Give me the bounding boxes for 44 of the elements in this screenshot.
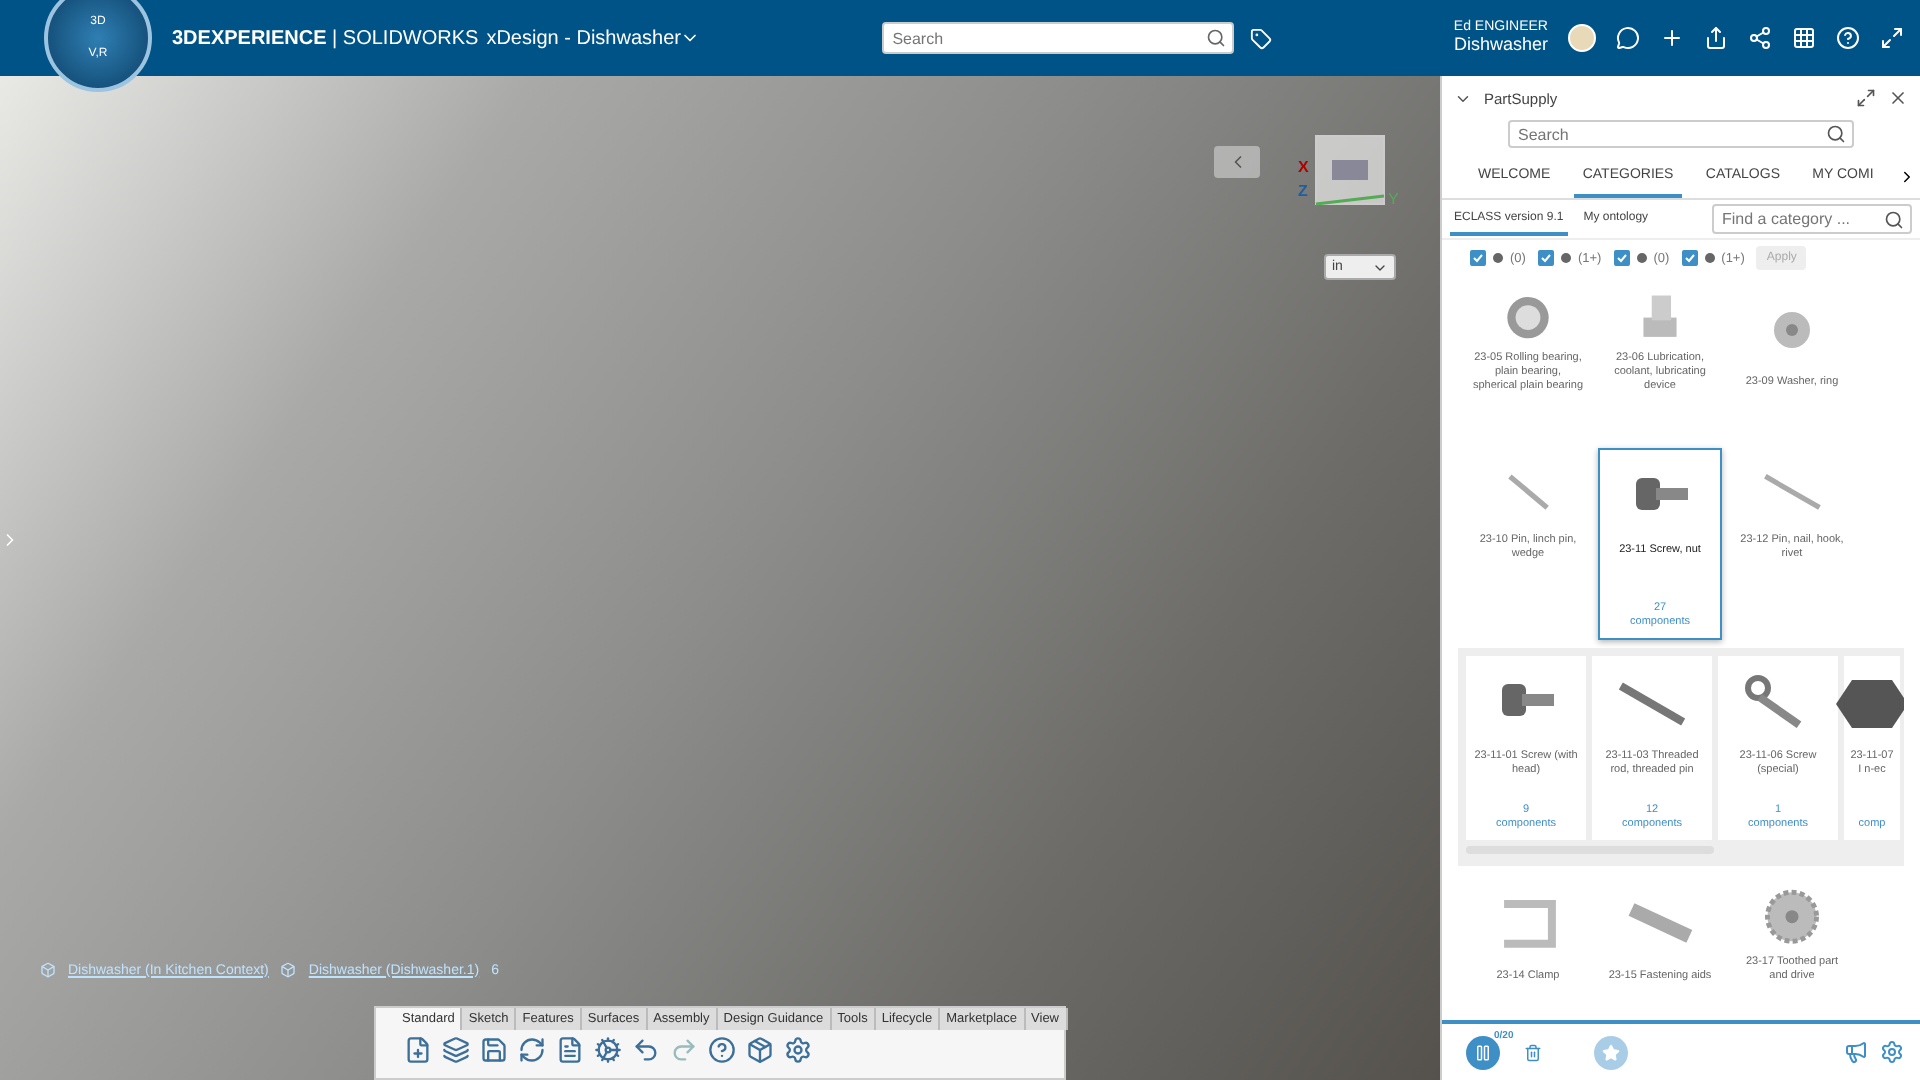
- network-icon[interactable]: [1747, 25, 1772, 50]
- refresh-icon[interactable]: [518, 1036, 546, 1064]
- search-icon[interactable]: [1206, 28, 1227, 48]
- search-icon[interactable]: [1884, 209, 1904, 229]
- filter-checkbox[interactable]: [1613, 250, 1630, 266]
- brand-name: 3DEXPERIENCE | SOLIDWORKS: [172, 27, 479, 49]
- document-icon[interactable]: [556, 1036, 584, 1064]
- basket-button[interactable]: [1466, 1035, 1500, 1069]
- new-part-icon[interactable]: [404, 1036, 432, 1064]
- megaphone-icon[interactable]: [1844, 1040, 1868, 1064]
- collaborative-space: Dishwasher: [1453, 35, 1548, 56]
- expand-icon[interactable]: [1856, 88, 1876, 108]
- filter-type-icon: [1492, 252, 1504, 264]
- trash-icon[interactable]: [1524, 1043, 1542, 1061]
- cube-icon: [40, 962, 56, 978]
- filter-type-icon: [1703, 252, 1716, 264]
- pause-icon: [1474, 1043, 1492, 1061]
- app-title[interactable]: xDesign - Dishwasher: [486, 27, 681, 49]
- package-icon[interactable]: [746, 1036, 774, 1064]
- help-icon[interactable]: [708, 1036, 736, 1064]
- filter-type-icon: [1635, 252, 1648, 264]
- user-avatar[interactable]: [1567, 23, 1596, 52]
- save-icon[interactable]: [480, 1036, 508, 1064]
- tag-icon[interactable]: [1250, 27, 1273, 49]
- settings-icon[interactable]: [1880, 1040, 1904, 1064]
- fullscreen-icon[interactable]: [1879, 25, 1904, 50]
- filter-checkbox[interactable]: [1470, 250, 1486, 266]
- apps-icon[interactable]: [1791, 25, 1816, 50]
- search-icon[interactable]: [1826, 124, 1846, 144]
- share-icon[interactable]: [1703, 25, 1728, 50]
- chat-icon[interactable]: [1615, 25, 1640, 50]
- settings-icon[interactable]: [594, 1036, 622, 1064]
- category-search-field[interactable]: Find a category ...: [1712, 204, 1912, 234]
- cube-icon: [280, 962, 297, 978]
- plus-icon[interactable]: [1659, 25, 1684, 50]
- undo-icon[interactable]: [632, 1036, 660, 1064]
- search-field[interactable]: Search: [1508, 120, 1854, 148]
- filter-checkbox[interactable]: [1681, 250, 1698, 266]
- filter-checkbox[interactable]: [1537, 250, 1554, 266]
- search-field[interactable]: Search: [882, 22, 1235, 54]
- filter-type-icon: [1559, 252, 1572, 264]
- gear-icon[interactable]: [784, 1036, 812, 1064]
- close-icon[interactable]: [1888, 88, 1908, 108]
- star-icon: [1602, 1043, 1620, 1061]
